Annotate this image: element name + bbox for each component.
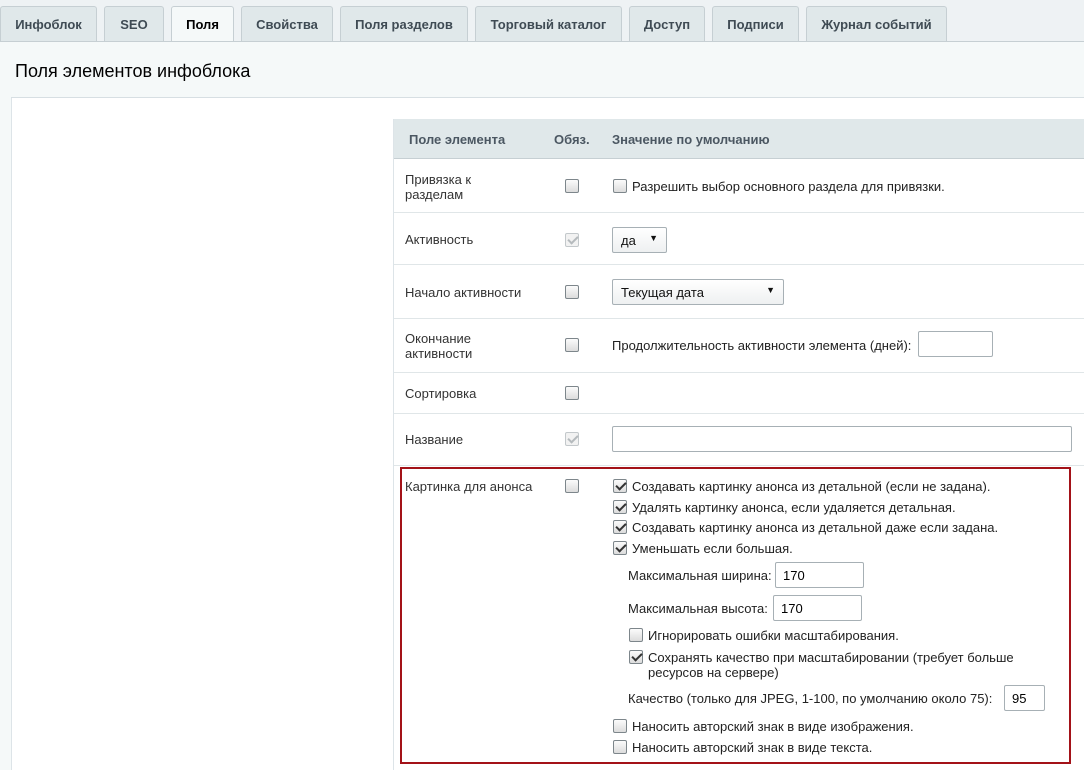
header-default: Значение по умолчанию <box>612 132 770 147</box>
required-checkbox[interactable] <box>565 285 579 299</box>
allow-main-section-checkbox[interactable] <box>613 179 627 193</box>
table-row: Активность да ▼ <box>394 214 1084 265</box>
chevron-down-icon: ▼ <box>766 285 775 295</box>
required-checkbox[interactable] <box>565 338 579 352</box>
page-title: Поля элементов инфоблока <box>15 61 251 81</box>
table-row: Начало активности Текущая дата ▼ <box>394 266 1084 319</box>
required-checkbox[interactable] <box>565 386 579 400</box>
field-label: Название <box>405 432 464 447</box>
name-default-input[interactable] <box>612 426 1072 452</box>
required-checkbox <box>565 233 579 247</box>
header-required: Обяз. <box>554 132 590 147</box>
required-checkbox[interactable] <box>565 179 579 193</box>
field-label: Начало активности <box>405 285 522 300</box>
field-label: Окончание активности <box>405 331 473 361</box>
tab-fields[interactable]: Поля <box>171 6 234 42</box>
field-label: Активность <box>405 232 474 247</box>
active-select[interactable]: да ▼ <box>612 227 667 253</box>
tab-section-fields[interactable]: Поля разделов <box>340 6 468 41</box>
header-field: Поле элемента <box>409 132 506 147</box>
tab-bar: Инфоблок SEO Поля Свойства Поля разделов… <box>0 0 1084 42</box>
chevron-down-icon: ▼ <box>649 233 658 243</box>
table-header: Поле элемента Обяз. Значение по умолчани… <box>394 119 1084 159</box>
tab-infoblock[interactable]: Инфоблок <box>0 6 97 41</box>
table-row: Сортировка <box>394 374 1084 414</box>
active-select-value: да <box>621 232 636 248</box>
table-row: Окончание активности Продолжительность а… <box>394 320 1084 373</box>
allow-main-section-label: Разрешить выбор основного раздела для пр… <box>632 179 945 194</box>
duration-input[interactable] <box>918 331 993 357</box>
tab-access[interactable]: Доступ <box>629 6 705 41</box>
duration-label: Продолжительность активности элемента (д… <box>612 338 912 353</box>
table-row: Привязка к разделам Разрешить выбор осно… <box>394 160 1084 213</box>
field-label: Привязка к разделам <box>405 172 472 202</box>
tab-trade-catalog[interactable]: Торговый каталог <box>475 6 622 41</box>
tab-captions[interactable]: Подписи <box>712 6 799 41</box>
tab-event-log[interactable]: Журнал событий <box>806 6 947 41</box>
active-from-select-value: Текущая дата <box>621 284 704 300</box>
tab-properties[interactable]: Свойства <box>241 6 333 41</box>
required-checkbox <box>565 432 579 446</box>
highlight-frame <box>400 467 1071 764</box>
tab-seo[interactable]: SEO <box>104 6 164 41</box>
table-row: Название <box>394 415 1084 466</box>
active-from-select[interactable]: Текущая дата ▼ <box>612 279 784 305</box>
field-label: Сортировка <box>405 386 477 401</box>
